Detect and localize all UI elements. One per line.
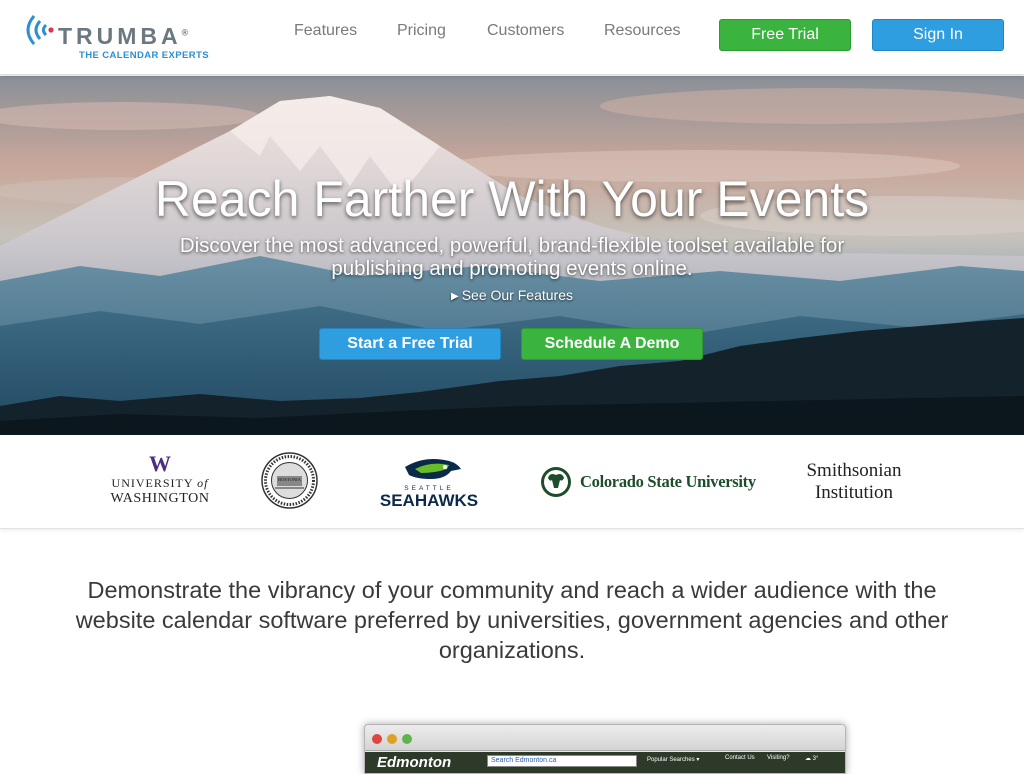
preview-visiting-link: Visiting?	[767, 755, 790, 761]
maximize-dot-icon	[402, 734, 412, 744]
university-of-washington-logo: W UNIVERSITY of WASHINGTON	[110, 451, 210, 507]
browser-title-bar	[365, 725, 845, 751]
broadcast-waves-icon	[26, 15, 54, 45]
preview-weather: ☁ 3°	[805, 756, 819, 762]
svg-text:BOSTONIA: BOSTONIA	[278, 477, 301, 482]
see-features-link[interactable]: ▶ See Our Features	[0, 287, 1024, 303]
nav-customers[interactable]: Customers	[487, 22, 564, 40]
value-proposition-text: Demonstrate the vibrancy of your communi…	[75, 577, 949, 663]
hero-title: Reach Farther With Your Events	[154, 171, 870, 227]
hero-subtitle: Discover the most advanced, powerful, br…	[179, 234, 845, 280]
customer-logos-strip: W UNIVERSITY of WASHINGTON BOSTONIA SEAT…	[0, 435, 1024, 529]
preview-popular-searches: Popular Searches ▾	[647, 757, 700, 763]
preview-contact-link: Contact Us	[725, 755, 755, 761]
smithsonian-institution-logo: Smithsonian Institution	[806, 460, 902, 503]
site-header: TRUMBA® THE CALENDAR EXPERTS Features Pr…	[0, 0, 1024, 75]
minimize-dot-icon	[387, 734, 397, 744]
svg-text:SEAHAWKS: SEAHAWKS	[380, 491, 478, 510]
csu-ram-icon	[541, 467, 571, 497]
start-free-trial-button[interactable]: Start a Free Trial	[319, 328, 501, 360]
schedule-demo-button[interactable]: Schedule A Demo	[521, 328, 703, 360]
nav-resources[interactable]: Resources	[604, 22, 680, 40]
logo-tagline: THE CALENDAR EXPERTS	[79, 50, 209, 61]
seattle-seahawks-logo: SEATTLE SEAHAWKS	[380, 459, 478, 510]
preview-search-field: Search Edmonton.ca	[487, 755, 637, 767]
product-screenshot-preview: Edmonton Search Edmonton.ca Popular Sear…	[364, 724, 846, 774]
nav-pricing[interactable]: Pricing	[397, 22, 446, 40]
logo-wordmark: TRUMBA®	[58, 23, 189, 49]
trumba-logo[interactable]: TRUMBA® THE CALENDAR EXPERTS	[20, 10, 209, 65]
free-trial-button[interactable]: Free Trial	[719, 19, 851, 51]
hero-banner: Reach Farther With Your Events Discover …	[0, 76, 1024, 435]
colorado-state-university-logo: Colorado State University	[580, 472, 756, 491]
city-of-boston-seal-logo: BOSTONIA	[261, 452, 318, 509]
nav-features[interactable]: Features	[294, 22, 357, 40]
preview-site-header: Edmonton Search Edmonton.ca Popular Sear…	[365, 752, 845, 773]
sign-in-button[interactable]: Sign In	[872, 19, 1004, 51]
play-triangle-icon: ▶	[451, 291, 459, 302]
preview-site-logo: Edmonton	[377, 754, 452, 771]
close-dot-icon	[372, 734, 382, 744]
